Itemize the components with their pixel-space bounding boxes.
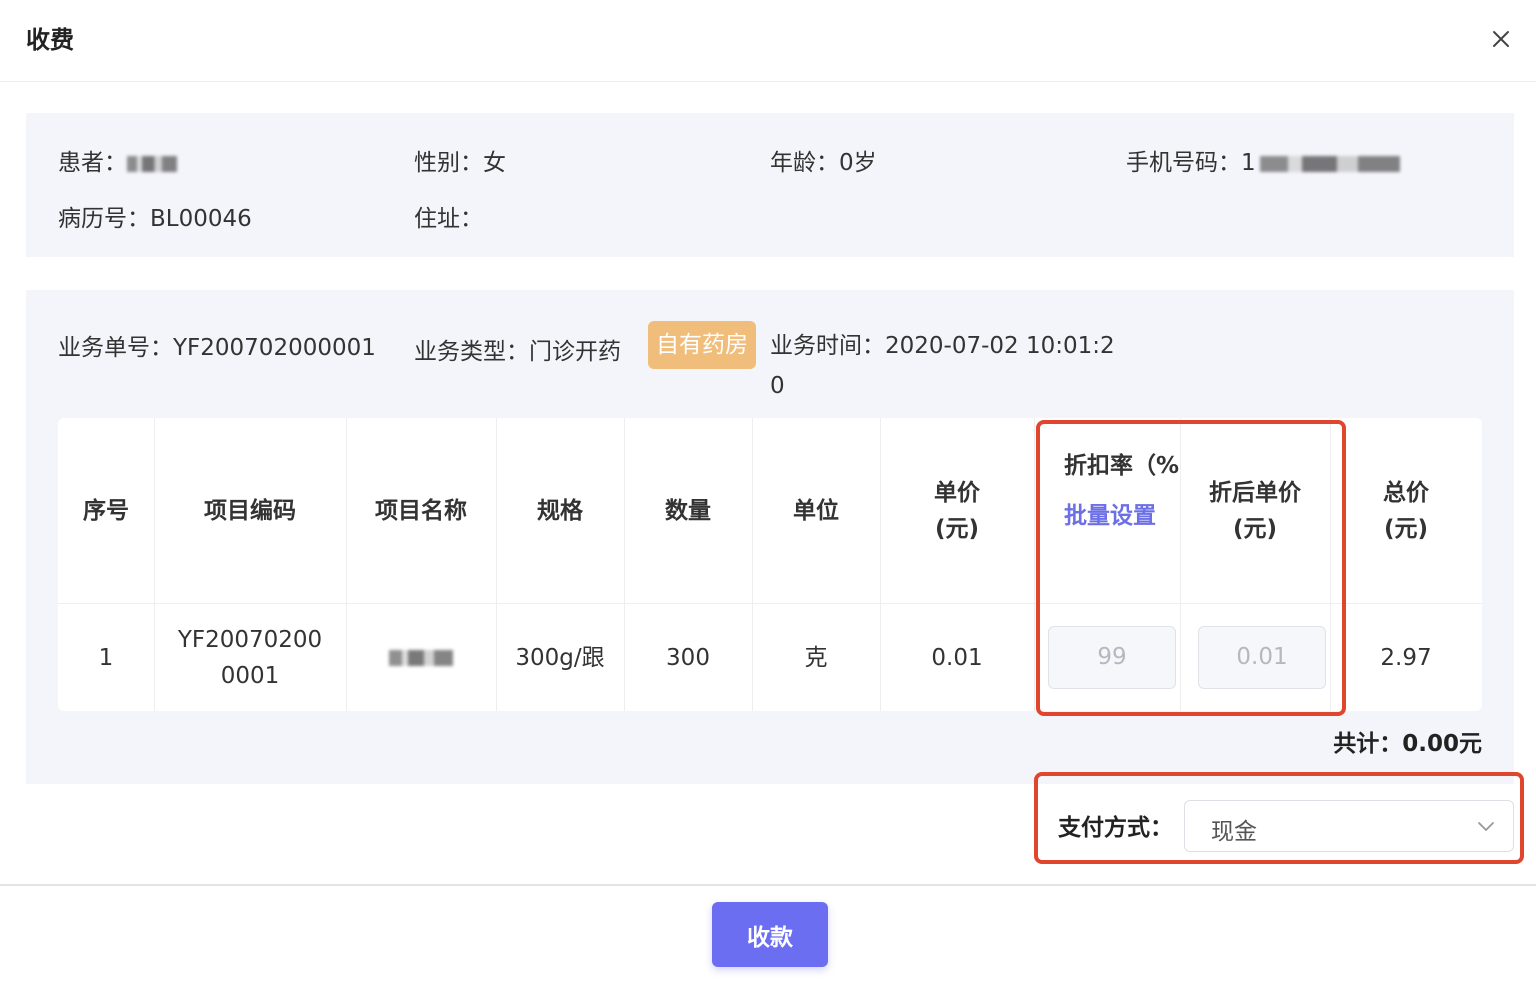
dialog-title: 收费 [26,26,74,54]
payment-label: 支付方式： [1058,815,1173,841]
dialog-header: 收费 [0,0,1536,82]
header-total-text: 总价 [1383,480,1429,506]
order-type-label: 业务类型： [414,339,529,365]
discount-input[interactable]: 99 [1048,626,1176,689]
header-unit: 单位 [752,418,880,604]
patient-gender-field: 性别：女 [414,143,506,177]
cell-name [346,604,496,711]
pharmacy-tag: 自有药房 [648,321,756,369]
cell-total: 2.97 [1380,644,1432,671]
patient-address-field: 住址： [414,199,483,233]
payment-method-select[interactable]: 现金 [1184,800,1514,852]
header-name-text: 项目名称 [375,498,467,524]
patient-name-field: 患者： [58,143,177,177]
header-code: 项目编码 [154,418,346,604]
items-table: 序号 项目编码 项目名称 规格 数量 单位 单价 (元) 折扣率（% 批量设置 … [58,418,1482,711]
payment-method-value: 现金 [1211,819,1257,845]
header-name: 项目名称 [346,418,496,604]
order-no-field: 业务单号：YF200702000001 [58,328,376,362]
header-index-text: 序号 [83,498,129,524]
cell-qty: 300 [666,644,710,671]
header-total-unit: (元) [1383,516,1429,542]
phone-value: 1 [1241,150,1256,176]
summary-total: 共计：0.00元 [1333,724,1482,758]
header-disc-price-unit: (元) [1232,516,1278,542]
age-label: 年龄： [770,150,839,176]
header-index: 序号 [58,418,154,604]
patient-phone-field: 手机号码：1 [1126,143,1400,177]
chevron-down-icon [1478,822,1494,831]
header-qty-text: 数量 [665,498,711,524]
header-unit-text: 单位 [793,498,839,524]
header-total: 总价 (元) [1330,418,1482,604]
close-icon[interactable] [1488,26,1514,52]
record-label: 病历号： [58,206,150,232]
header-spec-text: 规格 [537,498,583,524]
order-panel: 业务单号：YF200702000001 业务类型：门诊开药 自有药房 业务时间：… [26,290,1514,784]
address-label: 住址： [414,206,483,232]
item-name-redacted [389,649,453,666]
header-price: 单价 (元) [880,418,1034,604]
header-price-text: 单价 [934,480,980,506]
age-value: 0岁 [839,150,877,176]
patient-info-panel: 患者： 性别：女 年龄：0岁 手机号码：1 病历号：BL00046 住址： [26,113,1514,257]
patient-name-redacted [127,155,177,172]
collect-payment-button[interactable]: 收款 [712,902,828,967]
record-value: BL00046 [150,206,252,232]
footer-divider [0,884,1536,886]
patient-name-label: 患者： [58,150,127,176]
order-no-value: YF200702000001 [173,335,376,361]
phone-redacted [1259,155,1400,172]
header-qty: 数量 [624,418,752,604]
gender-value: 女 [483,150,506,176]
order-no-label: 业务单号： [58,335,173,361]
header-code-text: 项目编码 [204,498,296,524]
order-type-value: 门诊开药 [529,339,621,365]
order-time-label: 业务时间： [770,333,885,359]
order-type-field: 业务类型：门诊开药 [414,332,621,366]
cell-spec: 300g/跟 [515,644,605,671]
cell-price: 0.01 [931,644,983,671]
cell-unit: 克 [804,644,828,671]
cell-index: 1 [98,644,114,671]
header-price-unit: (元) [934,516,980,542]
disc-price-input[interactable]: 0.01 [1198,626,1326,689]
header-disc-price: 折后单价 (元) [1180,418,1330,604]
header-discount-text: 折扣率（% [1064,453,1180,479]
header-spec: 规格 [496,418,624,604]
batch-set-link[interactable]: 批量设置 [1064,498,1156,534]
summary-label: 共计： [1333,731,1403,757]
patient-age-field: 年龄：0岁 [770,143,877,177]
header-disc-price-text: 折后单价 [1209,480,1301,506]
summary-value: 0.00元 [1402,731,1482,757]
cell-code: YF200702000001 [177,626,323,689]
patient-record-field: 病历号：BL00046 [58,199,252,233]
phone-label: 手机号码： [1126,150,1241,176]
order-time-field: 业务时间：2020-07-02 10:01:20 [770,326,1120,406]
gender-label: 性别： [414,150,483,176]
header-discount: 折扣率（% 批量设置 [1034,418,1180,604]
